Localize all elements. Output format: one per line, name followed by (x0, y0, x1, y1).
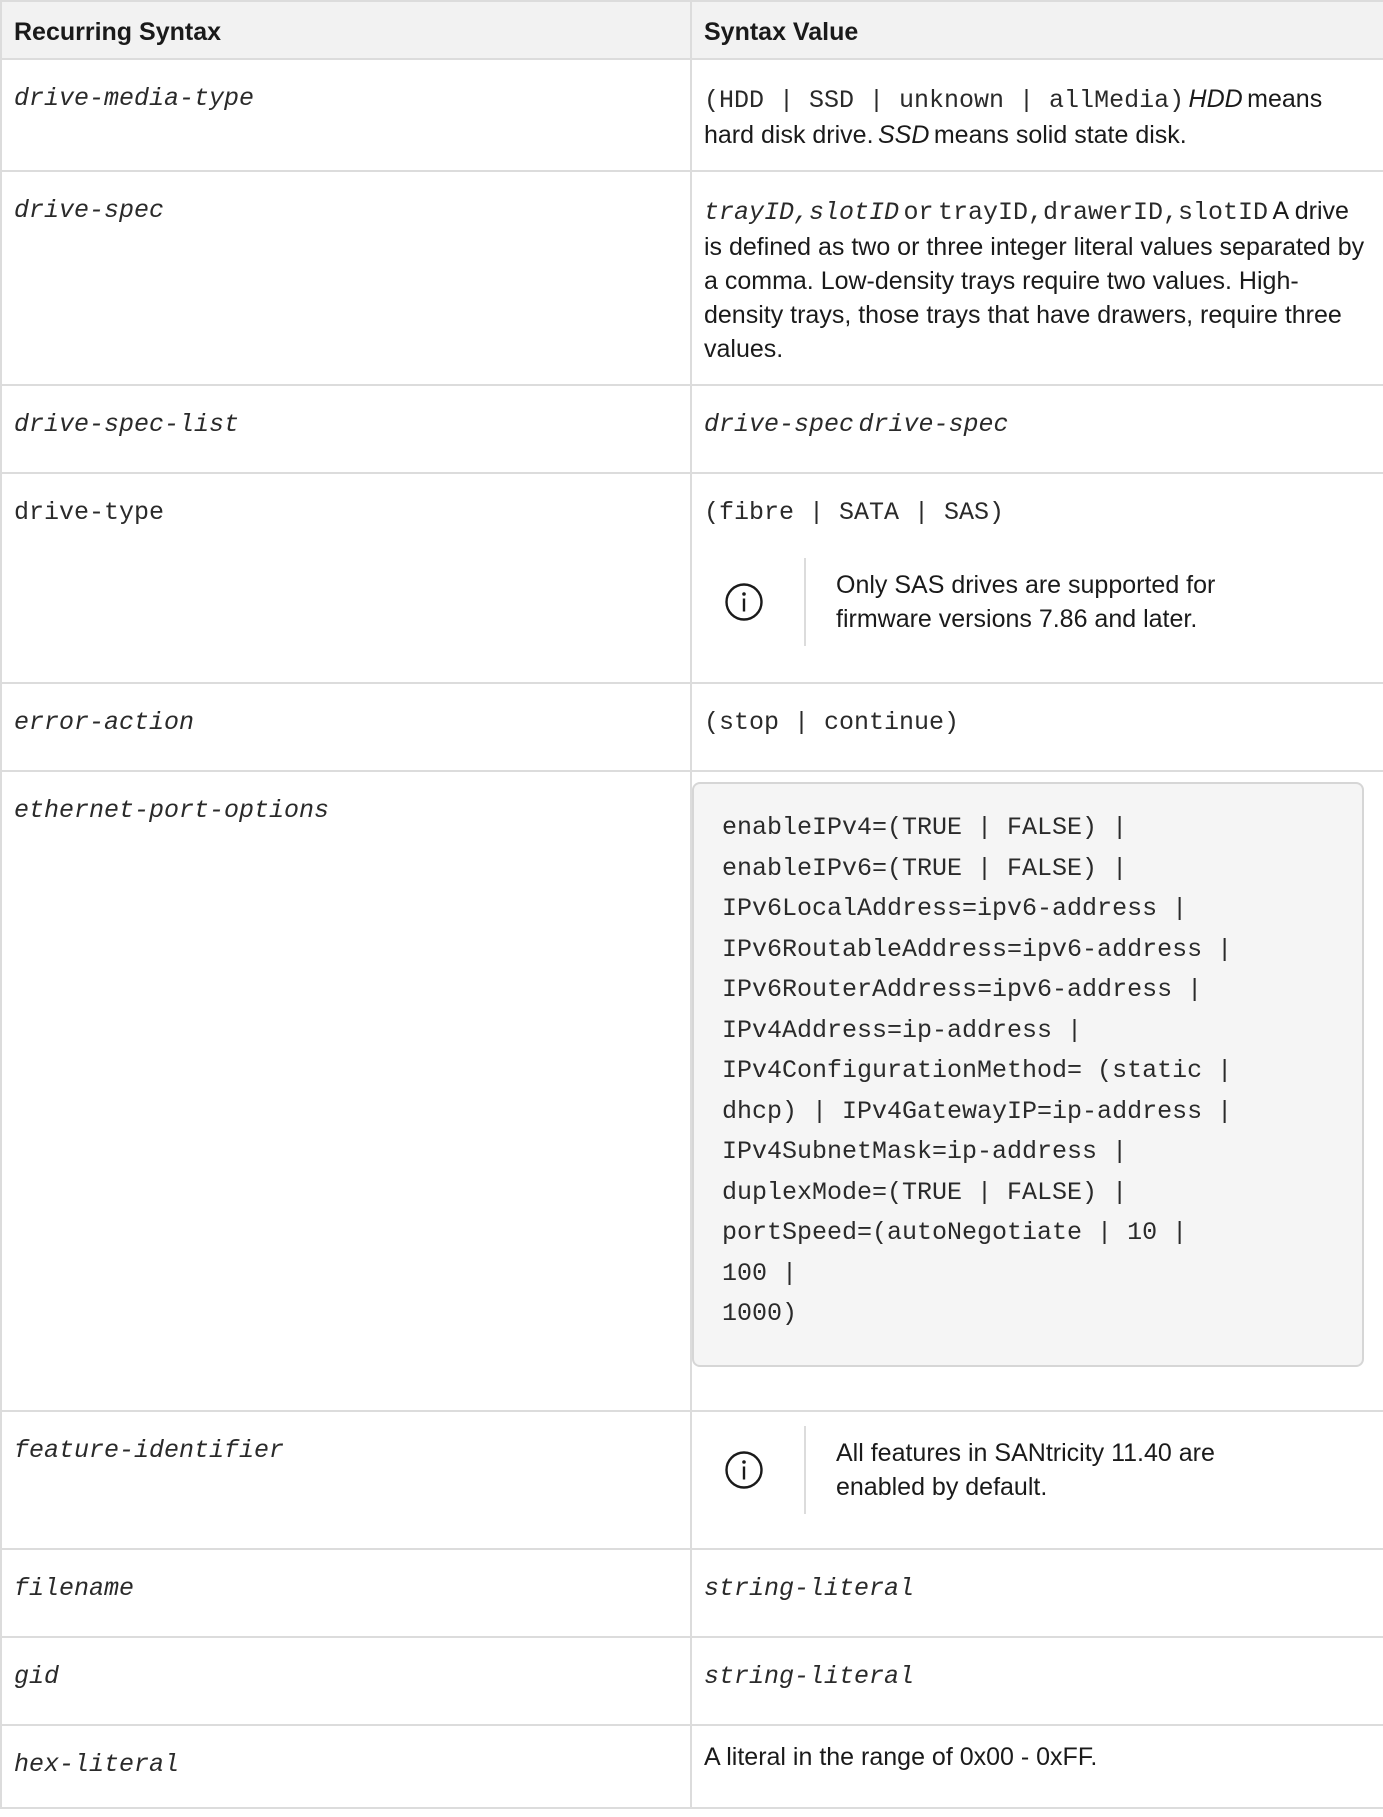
note-divider (804, 558, 806, 646)
syntax-value-cell: (HDD | SSD | unknown | allMedia) HDD mea… (690, 58, 1383, 172)
syntax-emphasis: SSD (877, 121, 930, 149)
syntax-code: drive-spec (704, 410, 855, 439)
note-icon-wrap (724, 558, 804, 646)
syntax-emphasis: HDD (1188, 85, 1243, 113)
header-recurring-syntax: Recurring Syntax (0, 0, 692, 60)
info-circle-icon (725, 583, 763, 621)
syntax-name-cell: drive-spec (0, 170, 692, 386)
syntax-code: (HDD | SSD | unknown | allMedia) (704, 86, 1185, 115)
syntax-name: hex-literal (14, 1750, 180, 1779)
syntax-value-cell: enableIPv4=(TRUE | FALSE) | enableIPv6=(… (690, 770, 1383, 1412)
syntax-value-cell: string-literal (690, 1636, 1383, 1726)
note-text: All features in SANtricity 11.40 are ena… (836, 1439, 1215, 1501)
syntax-value-cell: A literal in the range of 0x00 - 0xFF. (690, 1724, 1383, 1809)
table-row: ethernet-port-options enableIPv4=(TRUE |… (0, 770, 1383, 1412)
syntax-name: drive-media-type (14, 84, 255, 113)
syntax-table: Recurring Syntax Syntax Value drive-medi… (0, 0, 1383, 1809)
code-block-text: enableIPv4=(TRUE | FALSE) | enableIPv6=(… (722, 813, 1233, 1328)
syntax-value-cell: drive-spec drive-spec (690, 384, 1383, 474)
syntax-code: trayID,drawerID,slotID (937, 198, 1269, 227)
note-admonition: Only SAS drives are supported for firmwa… (724, 558, 1371, 646)
syntax-name: ethernet-port-options (14, 796, 330, 825)
syntax-description: A literal in the range of 0x00 - 0xFF. (704, 1743, 1098, 1771)
info-circle-icon (725, 1451, 763, 1489)
table-row: drive-media-type (HDD | SSD | unknown | … (0, 58, 1383, 172)
syntax-code: string-literal (704, 1574, 915, 1603)
header-syntax-value: Syntax Value (690, 0, 1383, 60)
syntax-value-cell: (fibre | SATA | SAS) Only SAS drives are… (690, 472, 1383, 684)
syntax-code: string-literal (704, 1662, 915, 1691)
syntax-value-cell: All features in SANtricity 11.40 are ena… (690, 1410, 1383, 1550)
syntax-description: means solid state disk. (933, 121, 1187, 149)
table-header-row: Recurring Syntax Syntax Value (0, 0, 1383, 60)
code-block: enableIPv4=(TRUE | FALSE) | enableIPv6=(… (692, 782, 1364, 1367)
syntax-code: (fibre | SATA | SAS) (704, 498, 1005, 527)
table-row: drive-spec-list drive-spec drive-spec (0, 384, 1383, 474)
syntax-name-cell: filename (0, 1548, 692, 1638)
note-text: Only SAS drives are supported for firmwa… (836, 571, 1216, 633)
note-admonition: All features in SANtricity 11.40 are ena… (724, 1426, 1371, 1514)
syntax-name: gid (14, 1662, 60, 1691)
syntax-name-cell: ethernet-port-options (0, 770, 692, 1412)
syntax-code: trayID,slotID (704, 198, 900, 227)
table-row: drive-type (fibre | SATA | SAS) Only SAS… (0, 472, 1383, 684)
syntax-name-cell: gid (0, 1636, 692, 1726)
syntax-or: or (903, 198, 934, 227)
table-row: filename string-literal (0, 1548, 1383, 1638)
syntax-name: feature-identifier (14, 1436, 285, 1465)
note-icon-wrap (724, 1426, 804, 1514)
syntax-name: drive-spec (14, 196, 165, 225)
syntax-code: drive-spec (858, 410, 1009, 439)
syntax-code: (stop | continue) (704, 708, 960, 737)
table-row: drive-spec trayID,slotID or trayID,drawe… (0, 170, 1383, 386)
syntax-name-cell: feature-identifier (0, 1410, 692, 1550)
syntax-name-cell: error-action (0, 682, 692, 772)
syntax-value-cell: trayID,slotID or trayID,drawerID,slotID … (690, 170, 1383, 386)
syntax-value-cell: string-literal (690, 1548, 1383, 1638)
table-row: feature-identifier All features in SANtr… (0, 1410, 1383, 1550)
syntax-value-cell: (stop | continue) (690, 682, 1383, 772)
syntax-name-cell: hex-literal (0, 1724, 692, 1809)
syntax-name: drive-spec-list (14, 410, 240, 439)
syntax-name: filename (14, 1574, 135, 1603)
syntax-name: error-action (14, 708, 195, 737)
table-row: gid string-literal (0, 1636, 1383, 1726)
syntax-name-cell: drive-spec-list (0, 384, 692, 474)
note-divider (804, 1426, 806, 1514)
table-row: hex-literal A literal in the range of 0x… (0, 1724, 1383, 1809)
syntax-name-cell: drive-type (0, 472, 692, 684)
table-row: error-action (stop | continue) (0, 682, 1383, 772)
syntax-name-cell: drive-media-type (0, 58, 692, 172)
syntax-name: drive-type (14, 498, 165, 527)
